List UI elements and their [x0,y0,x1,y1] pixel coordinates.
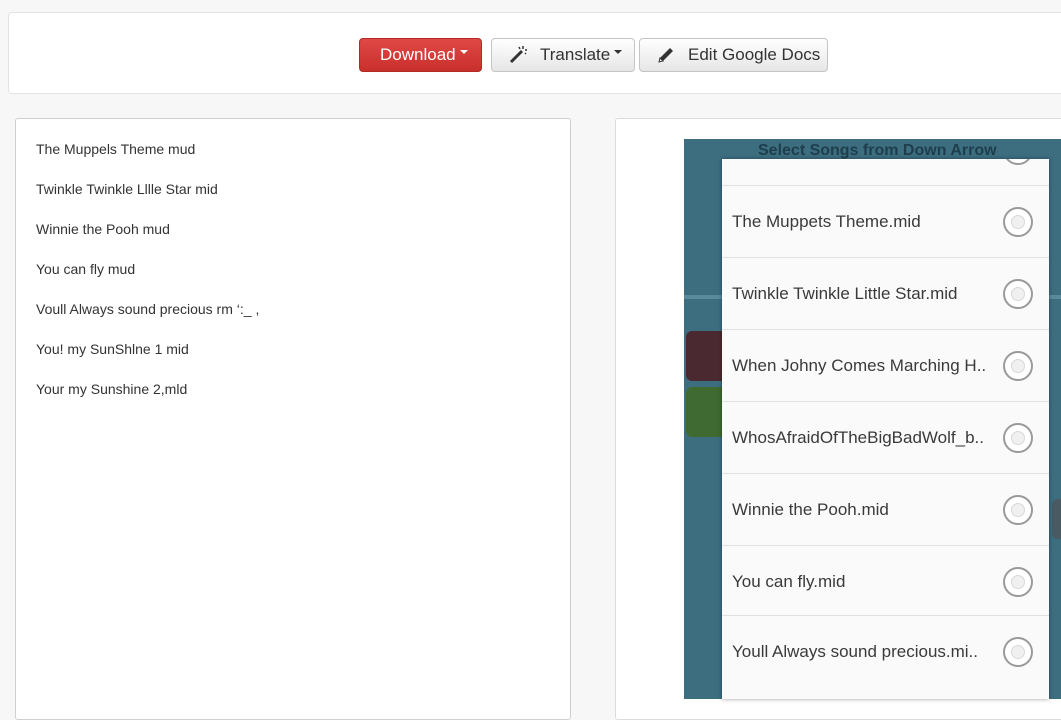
song-label: Twinkle Twinkle Little Star.mid [732,283,958,303]
radio-button[interactable] [1003,566,1033,597]
toolbar: Download Translate Edit Google Docs [8,12,1061,94]
download-label: Download [380,45,456,64]
song-option[interactable]: WhosAfraidOfTheBigBadWolf_b.. [722,401,1049,473]
song-option[interactable]: The Muppets Theme.mid [722,185,1049,257]
ocr-line: Your my Sunshine 2,mld [36,381,188,397]
radio-button[interactable] [1003,422,1033,453]
download-button[interactable]: Download [359,38,482,72]
ocr-line: Winnie the Pooh mud [36,221,170,237]
radio-button[interactable] [1003,350,1033,381]
song-label: The Muppets Theme.mid [732,211,921,231]
pencil-icon [656,45,676,65]
song-label: Winnie the Pooh.mid [732,499,889,519]
song-label: When Johny Comes Marching H.. [732,355,987,375]
caret-down-icon [459,50,468,54]
song-option[interactable] [722,159,1049,185]
song-option[interactable]: You can fly.mid [722,545,1049,617]
song-label: WhosAfraidOfTheBigBadWolf_b.. [732,427,984,447]
background-control [1052,499,1061,539]
caret-down-icon [614,50,623,54]
song-label: You can fly.mid [732,571,846,591]
ocr-line: You! my SunShlne 1 mid [36,341,189,357]
song-option[interactable]: When Johny Comes Marching H.. [722,329,1049,401]
ocr-line: The Muppels Theme mud [36,141,196,157]
song-option[interactable]: Winnie the Pooh.mid [722,473,1049,545]
song-select-dialog: The Muppets Theme.mid Twinkle Twinkle Li… [722,159,1049,699]
ocr-line: You can fly mud [36,261,136,277]
ocr-line: Voull Always sound precious rm ‘:_ , [36,301,260,317]
translate-button[interactable]: Translate [491,38,635,72]
song-option[interactable]: Youll Always sound precious.mi.. [722,615,1049,687]
translate-label: Translate [540,45,611,64]
radio-button[interactable] [1003,278,1033,309]
ocr-text-panel[interactable]: The Muppels Theme mud Twinkle Twinkle Ll… [15,118,571,720]
ocr-line: Twinkle Twinkle Lllle Star mid [36,181,218,197]
edit-label: Edit Google Docs [688,45,821,64]
radio-button[interactable] [1003,159,1033,165]
edit-google-docs-button[interactable]: Edit Google Docs [639,38,828,72]
radio-button[interactable] [1003,206,1033,237]
background-title: Select Songs from Down Arrow [758,142,997,159]
magic-wand-icon [508,45,528,65]
song-label: Youll Always sound precious.mi.. [732,641,979,661]
radio-button[interactable] [1003,494,1033,525]
song-option[interactable]: Twinkle Twinkle Little Star.mid [722,257,1049,329]
radio-button[interactable] [1003,636,1033,667]
